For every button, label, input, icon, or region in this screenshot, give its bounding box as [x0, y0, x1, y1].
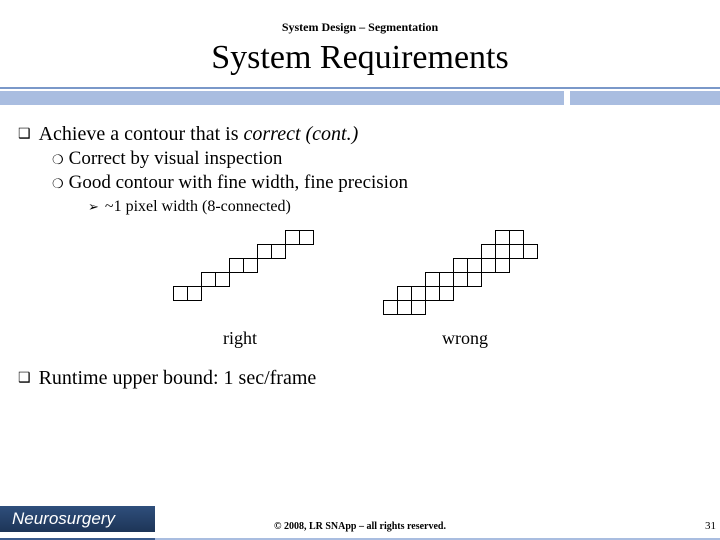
bullet-runtime: ❑ Runtime upper bound: 1 sec/frame — [18, 367, 702, 390]
square-bullet-icon: ❑ — [18, 126, 31, 143]
slide: System Design – Segmentation System Requ… — [0, 0, 720, 540]
caption-right: right — [165, 328, 315, 349]
header: System Design – Segmentation System Requ… — [0, 0, 720, 105]
subsubbullet-pixel-width: ➢ ~1 pixel width (8-connected) — [88, 198, 702, 216]
subbullet-good-contour: ❍ Good contour with fine width, fine pre… — [52, 172, 702, 194]
caption-wrong: wrong — [375, 328, 555, 349]
subbullet-visual-inspection: ❍ Correct by visual inspection — [52, 148, 702, 170]
bullet-achieve-contour: ❑ Achieve a contour that is correct (con… — [18, 123, 702, 146]
bullet-text: Achieve a contour that is — [39, 123, 244, 145]
figure-right — [173, 230, 323, 308]
figure-captions: right wrong — [18, 328, 702, 349]
breadcrumb: System Design – Segmentation — [0, 20, 720, 35]
arrow-bullet-icon: ➢ — [88, 199, 99, 215]
copyright: © 2008, LR SNApp – all rights reserved. — [0, 521, 720, 532]
page-title: System Requirements — [0, 39, 720, 77]
subsubbullet-text: ~1 pixel width (8-connected) — [105, 198, 291, 216]
bullet-text: Runtime upper bound: 1 sec/frame — [39, 367, 317, 390]
subbullet-text: Good contour with fine width, fine preci… — [69, 172, 408, 194]
page-number: 31 — [705, 520, 716, 532]
circle-bullet-icon: ❍ — [52, 152, 63, 168]
divider-bars — [0, 87, 720, 105]
subbullet-text: Correct by visual inspection — [69, 148, 283, 170]
bullet-emph: correct (cont.) — [244, 123, 359, 145]
pixel-figures — [18, 230, 702, 322]
square-bullet-icon: ❑ — [18, 370, 31, 387]
figure-wrong — [383, 230, 548, 322]
content-area: ❑ Achieve a contour that is correct (con… — [0, 105, 720, 540]
circle-bullet-icon: ❍ — [52, 176, 63, 192]
